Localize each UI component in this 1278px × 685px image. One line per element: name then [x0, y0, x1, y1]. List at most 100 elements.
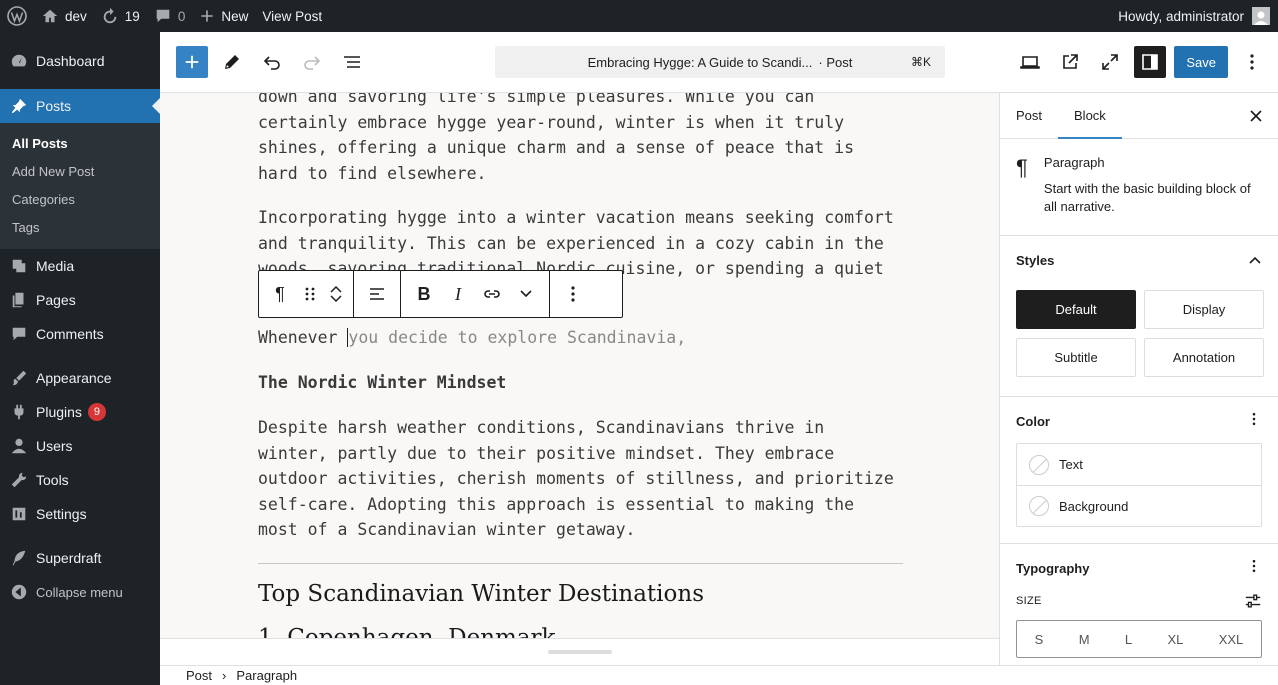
move-block-buttons[interactable]: [323, 277, 349, 311]
tab-block[interactable]: Block: [1058, 93, 1122, 139]
plugin-icon: [14, 404, 24, 420]
chevron-right-icon: ›: [222, 668, 227, 683]
custom-size-toggle-icon[interactable]: [1244, 592, 1262, 610]
editor-canvas[interactable]: down and savoring life's simple pleasure…: [160, 93, 999, 638]
breadcrumb: Post › Paragraph: [160, 665, 1278, 685]
menu-media[interactable]: Media: [0, 249, 160, 283]
menu-superdraft[interactable]: Superdraft: [0, 541, 160, 575]
submenu-categories[interactable]: Categories: [0, 185, 160, 213]
autocomplete-suggestion: you decide to explore Scandinavia,: [348, 328, 687, 347]
block-inserter-button[interactable]: [176, 46, 208, 78]
paragraph-block[interactable]: Despite harsh weather conditions, Scandi…: [258, 415, 903, 543]
undo-button[interactable]: [256, 46, 288, 78]
site-name-link[interactable]: dev: [34, 0, 94, 32]
menu-users[interactable]: Users: [0, 429, 160, 463]
fullscreen-button[interactable]: [1094, 46, 1126, 78]
my-account[interactable]: Howdy, administrator: [1118, 7, 1278, 25]
block-name: Paragraph: [1043, 155, 1105, 170]
size-xl-option[interactable]: XL: [1167, 632, 1183, 647]
selected-paragraph-block[interactable]: Whenever you decide to explore Scandinav…: [258, 325, 903, 351]
block-card: ¶ Paragraph Start with the basic buildin…: [1000, 139, 1278, 236]
menu-dashboard[interactable]: Dashboard: [0, 44, 160, 78]
heading-block[interactable]: 1. Copenhagen, Denmark: [258, 625, 555, 638]
view-post-link[interactable]: View Post: [255, 0, 329, 32]
submenu-all-posts[interactable]: All Posts: [0, 129, 160, 157]
style-annotation-button[interactable]: Annotation: [1144, 338, 1264, 377]
preview-button[interactable]: [1014, 46, 1046, 78]
bold-button[interactable]: B: [407, 277, 441, 311]
menu-pages[interactable]: Pages: [0, 283, 160, 317]
redo-icon: [304, 56, 321, 70]
settings-tabs: Post Block: [1000, 93, 1278, 139]
menu-settings[interactable]: Settings: [0, 497, 160, 531]
more-vertical-icon: [1252, 412, 1256, 425]
size-m-option[interactable]: M: [1079, 632, 1090, 647]
drag-handle[interactable]: [297, 277, 323, 311]
tab-post[interactable]: Post: [1000, 93, 1058, 138]
comments-link[interactable]: 0: [147, 0, 193, 32]
paragraph-block[interactable]: down and savoring life's simple pleasure…: [258, 93, 903, 186]
menu-comments[interactable]: Comments: [0, 317, 160, 351]
style-display-button[interactable]: Display: [1144, 290, 1264, 329]
menu-appearance[interactable]: Appearance: [0, 361, 160, 395]
breadcrumb-post[interactable]: Post: [186, 668, 212, 683]
italic-icon: I: [455, 283, 461, 304]
style-default-button[interactable]: Default: [1016, 290, 1136, 329]
more-vertical-icon: [571, 286, 575, 302]
resize-handle[interactable]: [548, 650, 612, 654]
align-left-icon: [370, 288, 384, 300]
block-type-button[interactable]: ¶: [263, 277, 297, 311]
updates-link[interactable]: 19: [94, 0, 147, 32]
plus-icon: [201, 10, 213, 22]
save-button[interactable]: Save: [1174, 46, 1228, 78]
command-palette-bar[interactable]: Embracing Hygge: A Guide to Scandi... · …: [495, 46, 945, 78]
home-icon: [42, 9, 58, 23]
wrench-icon: [11, 472, 27, 488]
drag-handle-icon: [305, 287, 315, 301]
options-button[interactable]: [1236, 46, 1268, 78]
size-l-option[interactable]: L: [1125, 632, 1132, 647]
redo-button[interactable]: [296, 46, 328, 78]
menu-tools[interactable]: Tools: [0, 463, 160, 497]
align-text-button[interactable]: [360, 277, 394, 311]
wordpress-logo-icon[interactable]: [0, 0, 34, 32]
editor-toolbar: Embracing Hygge: A Guide to Scandi... · …: [160, 32, 1278, 93]
menu-collapse[interactable]: Collapse menu: [0, 575, 160, 609]
typography-options-button[interactable]: [1246, 558, 1262, 579]
color-options-button[interactable]: [1246, 411, 1262, 432]
text-line: shines, offering a unique charm and a se…: [258, 138, 855, 157]
block-description: Start with the basic building block of a…: [1043, 181, 1251, 214]
menu-posts[interactable]: Posts: [0, 89, 160, 123]
style-subtitle-button[interactable]: Subtitle: [1016, 338, 1136, 377]
close-settings-button[interactable]: [1246, 106, 1266, 126]
chevron-up-icon[interactable]: [329, 284, 343, 294]
chevron-down-icon[interactable]: [329, 294, 343, 304]
background-color-button[interactable]: Background: [1017, 485, 1261, 526]
settings-sidebar-toggle[interactable]: [1134, 46, 1167, 78]
block-toolbar: ¶ B I: [258, 270, 623, 318]
italic-button[interactable]: I: [441, 277, 475, 311]
heading-block[interactable]: The Nordic Winter Mindset: [258, 370, 903, 396]
document-overview-button[interactable]: [336, 46, 368, 78]
close-icon: [1250, 110, 1262, 122]
styles-panel-toggle[interactable]: Styles: [1016, 252, 1262, 268]
text-color-button[interactable]: Text: [1017, 444, 1261, 485]
new-content-link[interactable]: New: [192, 0, 255, 32]
menu-plugins[interactable]: Plugins 9: [0, 395, 160, 429]
block-options-button[interactable]: [556, 277, 590, 311]
breadcrumb-paragraph[interactable]: Paragraph: [236, 668, 297, 683]
view-post-button[interactable]: [1054, 46, 1086, 78]
separator-block[interactable]: [258, 563, 903, 564]
size-s-option[interactable]: S: [1035, 632, 1044, 647]
more-formatting-button[interactable]: [509, 277, 543, 311]
text-line: Incorporating hygge into a winter vacati…: [258, 208, 894, 227]
heading-block[interactable]: Top Scandinavian Winter Destinations: [258, 581, 704, 607]
tools-button[interactable]: [216, 46, 248, 78]
more-vertical-icon: [1252, 559, 1256, 572]
submenu-add-new-post[interactable]: Add New Post: [0, 157, 160, 185]
size-xxl-option[interactable]: XXL: [1219, 632, 1244, 647]
avatar: [1252, 7, 1270, 25]
typed-text: Whenever: [258, 328, 348, 347]
link-button[interactable]: [475, 277, 509, 311]
submenu-tags[interactable]: Tags: [0, 213, 160, 241]
